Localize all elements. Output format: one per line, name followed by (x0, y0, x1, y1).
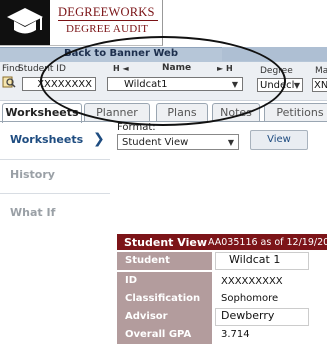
sidebar-item-history[interactable]: History (10, 168, 55, 181)
view-button[interactable]: View (250, 130, 308, 150)
chevron-down-icon: ▼ (293, 81, 300, 90)
format-select-value: Student View (122, 137, 189, 148)
sidebar-item-what-if[interactable]: What If (10, 206, 55, 219)
sidebar-item-label: Worksheets (10, 133, 84, 146)
student-label: Student (117, 252, 212, 270)
classification-label: Classification (117, 290, 212, 308)
find-student-icon[interactable] (2, 74, 16, 88)
graduation-cap-icon (0, 0, 50, 45)
highlight-ellipse (40, 36, 286, 126)
student-value: Wildcat 1 (229, 253, 281, 266)
overall-gpa-value: 3.714 (221, 329, 250, 340)
audit-id-date: AA035116 as of 12/19/20 (208, 237, 327, 248)
chevron-down-icon: ▼ (227, 138, 234, 147)
chevron-right-icon: ❯ (93, 131, 105, 147)
tab-petitions[interactable]: Petitions (264, 103, 327, 122)
logo-title: DEGREEWORKS (58, 5, 155, 19)
overall-gpa-label: Overall GPA (117, 326, 212, 344)
id-label: ID (117, 272, 212, 290)
major-select[interactable]: XN (312, 78, 327, 92)
logo-subtitle: DEGREE AUDIT (66, 23, 149, 35)
nav-divider (0, 193, 110, 194)
major-label: Ma (315, 66, 327, 76)
format-select[interactable]: Student View ▼ (117, 134, 239, 150)
advisor-label: Advisor (117, 308, 212, 326)
nav-divider (0, 159, 110, 160)
id-value: XXXXXXXXX (221, 276, 283, 287)
student-view-title: Student View (124, 236, 207, 249)
sidebar-item-worksheets[interactable]: Worksheets ❯ (10, 131, 105, 147)
advisor-value: Dewberry (221, 309, 275, 322)
logo-divider (58, 20, 158, 21)
classification-value: Sophomore (221, 293, 279, 304)
